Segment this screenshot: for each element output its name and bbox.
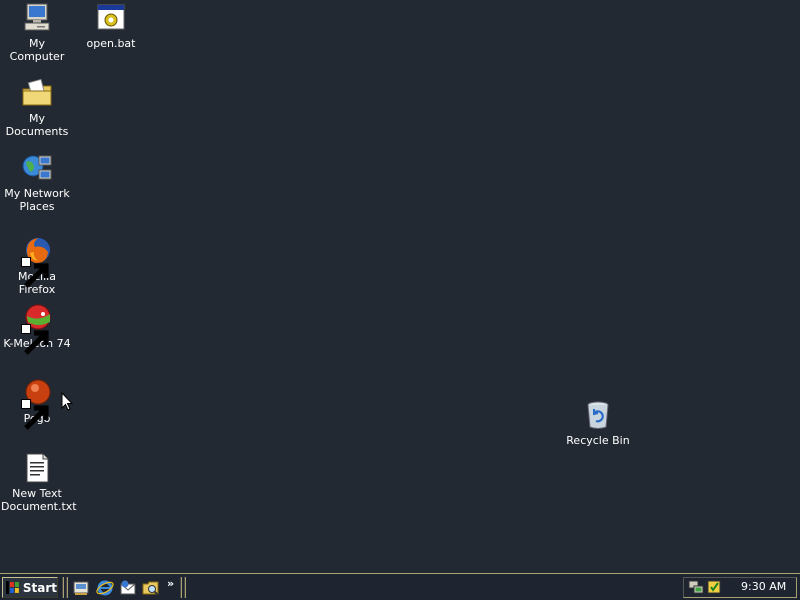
mouse-cursor-icon [61,392,73,411]
start-button[interactable]: Start [2,577,58,598]
shortcut-arrow-icon [21,324,49,355]
shortcut-arrow-icon [21,399,49,430]
k-meleon-icon [21,302,53,355]
recycle-bin-icon [582,399,614,431]
taskbar: Start » 9:30 AM [0,573,800,600]
text-document-icon [21,452,53,484]
taskbar-separator [184,577,186,598]
batch-file-icon [95,2,127,34]
taskbar-separator [180,577,182,598]
my-computer-icon [21,2,53,34]
my-documents-icon [21,77,53,109]
desktop-icon-k-meleon[interactable]: K-Meleon 74 [0,302,74,355]
taskbar-separator [66,577,68,598]
internet-explorer-icon[interactable] [96,579,114,597]
windows-explorer-icon[interactable] [142,579,160,597]
network-tray-icon[interactable] [688,579,704,595]
icon-label: My Computer [9,37,65,63]
desktop-icon-new-text-document[interactable]: New Text Document.txt [0,452,77,513]
desktop-icon-my-computer[interactable]: My Computer [0,2,74,63]
desktop-icon-my-network-places[interactable]: My Network Places [0,152,74,213]
show-desktop-icon[interactable] [72,579,90,597]
shortcut-arrow-icon [21,257,49,288]
security-tray-icon[interactable] [706,579,722,595]
icon-label: Recycle Bin [566,434,630,447]
desktop-icon-open-bat[interactable]: open.bat [74,2,148,50]
start-label: Start [22,580,57,595]
pego-icon [21,377,53,430]
icon-label: My Network Places [4,187,70,213]
icon-label: My Documents [5,112,69,138]
quick-launch-chevron[interactable]: » [167,577,174,590]
clock[interactable]: 9:30 AM [741,580,786,593]
desktop-icon-mozilla-firefox[interactable]: Mozilla Firefox [0,235,74,296]
icon-label: open.bat [86,37,136,50]
firefox-icon [21,235,53,288]
taskbar-separator [62,577,64,598]
network-places-icon [21,152,53,184]
outlook-express-icon[interactable] [119,579,137,597]
windows-logo-icon [6,581,19,594]
desktop-icon-recycle-bin[interactable]: Recycle Bin [561,399,635,447]
icon-label: New Text Document.txt [1,487,77,513]
desktop-icon-my-documents[interactable]: My Documents [0,77,74,138]
